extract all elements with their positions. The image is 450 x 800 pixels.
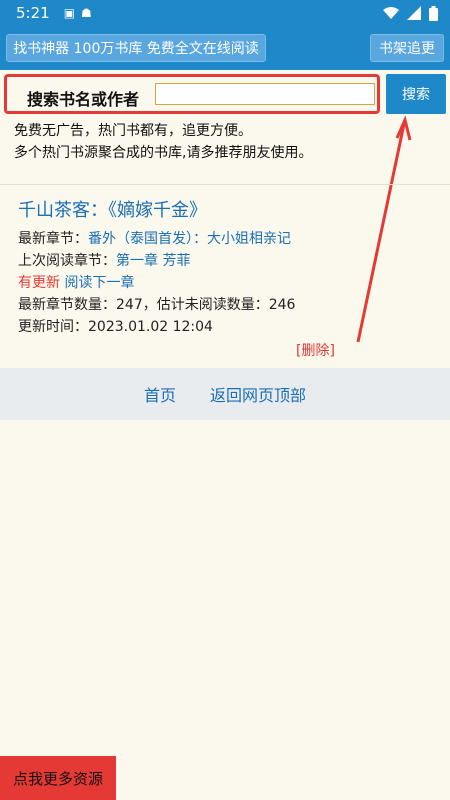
latest-chapter-label: 最新章节： [18, 231, 88, 247]
book-title[interactable]: 千山茶客：《嫡嫁千金》 [18, 200, 438, 222]
wifi-icon [383, 7, 399, 19]
divider [0, 184, 450, 185]
search-label: 搜索书名或作者 [27, 90, 140, 109]
has-update-badge: 有更新 [18, 275, 60, 291]
bookshelf-button[interactable]: 书架追更 [370, 34, 444, 62]
top-bar: 找书神器 100万书库 免费全文在线阅读 书架追更 [0, 26, 450, 70]
update-row: 有更新 阅读下一章 [18, 272, 438, 294]
search-input[interactable] [155, 83, 375, 105]
intro-line-1: 免费无广告，热门书都有，追更方便。 [14, 123, 252, 139]
home-link[interactable]: 首页 [144, 382, 176, 406]
promo-button[interactable]: 找书神器 100万书库 免费全文在线阅读 [6, 34, 266, 62]
read-next-link[interactable]: 阅读下一章 [64, 275, 134, 291]
back-to-top-link[interactable]: 返回网页顶部 [210, 382, 306, 406]
more-resources-button[interactable]: 点我更多资源 [0, 756, 116, 800]
latest-chapter-row: 最新章节：番外（泰国首发）：大小姐相亲记 [18, 228, 438, 250]
last-read-row: 上次阅读章节：第一章 芳菲 [18, 250, 438, 272]
status-time: 5:21 [16, 4, 50, 22]
chapter-counts: 最新章节数量：247，估计未阅读数量：246 [18, 297, 296, 313]
intro-line-2: 多个热门书源聚合成的书库,请多推荐朋友使用。 [14, 145, 313, 161]
latest-chapter-link[interactable]: 番外（泰国首发）：大小姐相亲记 [88, 231, 291, 247]
signal-icon [407, 6, 421, 20]
footer-nav: 首页 返回网页顶部 [0, 368, 450, 420]
search-highlight-frame: 搜索书名或作者 [4, 74, 380, 114]
status-icons [383, 5, 438, 21]
android-notification-icon: ☗ [81, 6, 92, 20]
book-entry: 千山茶客：《嫡嫁千金》 最新章节：番外（泰国首发）：大小姐相亲记 上次阅读章节：… [18, 200, 438, 359]
a-notification-icon: ▣ [63, 6, 76, 20]
search-button[interactable]: 搜索 [386, 74, 446, 114]
last-read-label: 上次阅读章节： [18, 253, 116, 269]
last-read-link[interactable]: 第一章 芳菲 [116, 253, 190, 269]
status-bar: 5:21 ▣ ☗ [0, 0, 450, 26]
battery-icon [429, 5, 438, 21]
search-row: 搜索书名或作者 搜索 [0, 72, 450, 118]
intro-text: 免费无广告，热门书都有，追更方便。 多个热门书源聚合成的书库,请多推荐朋友使用。 [14, 120, 312, 164]
delete-link[interactable]: [删除] [296, 340, 335, 362]
update-time: 更新时间：2023.01.02 12:04 [18, 319, 213, 335]
